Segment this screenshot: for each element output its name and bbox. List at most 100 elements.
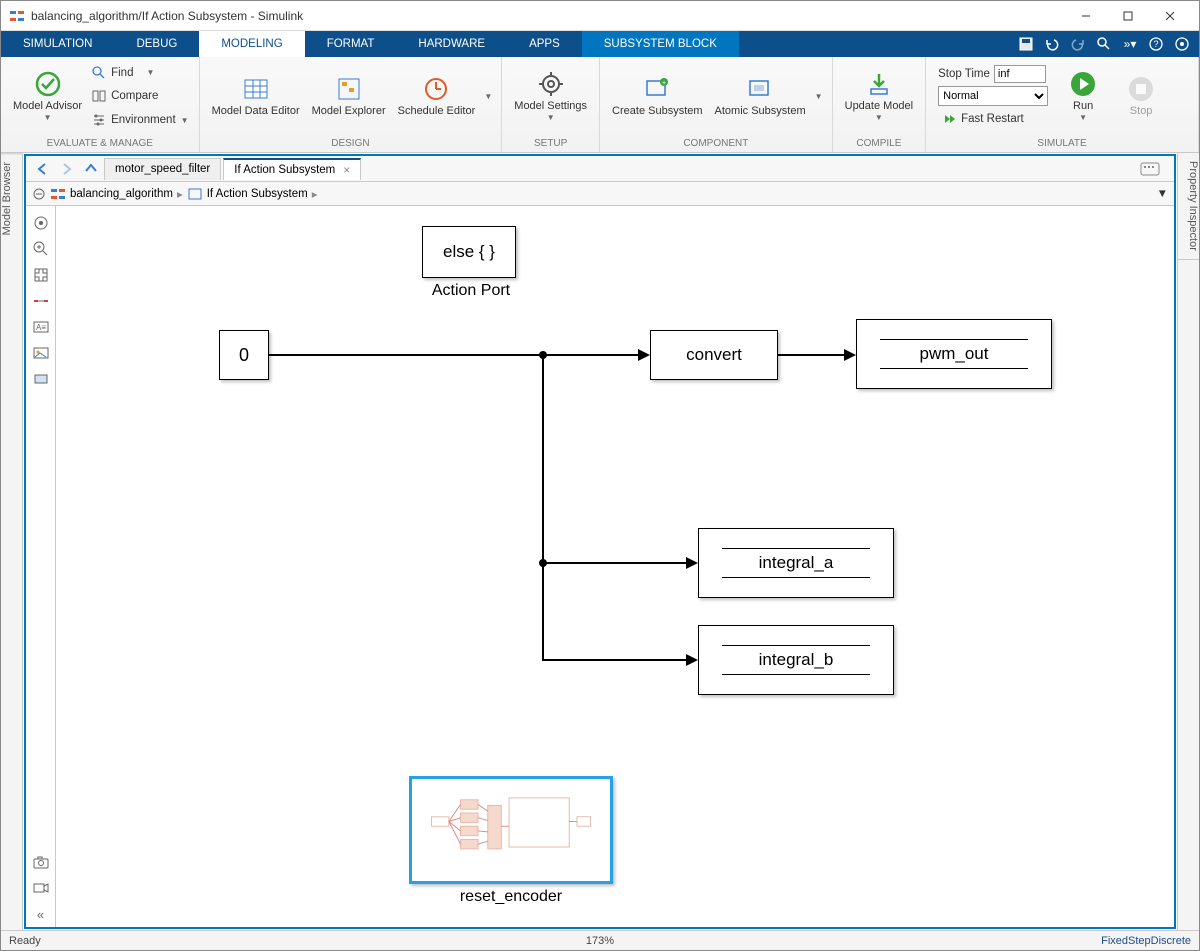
zoom-in-icon[interactable] [27, 236, 55, 262]
stop-time-input[interactable] [994, 65, 1046, 83]
block-reset-encoder[interactable] [409, 776, 613, 884]
fit-view-icon[interactable] [27, 262, 55, 288]
expand-icon[interactable]: »▾ [1121, 35, 1139, 53]
fast-restart-label: Fast Restart [961, 113, 1024, 125]
undo-icon[interactable] [1043, 35, 1061, 53]
save-icon[interactable] [1017, 35, 1035, 53]
block-text: convert [686, 345, 742, 365]
stop-time-label: Stop Time [938, 68, 990, 80]
block-pwm-out[interactable]: pwm_out [856, 319, 1052, 389]
block-label-reset-encoder: reset_encoder [409, 888, 613, 906]
stop-icon [1127, 75, 1155, 103]
status-solver[interactable]: FixedStepDiscrete [1101, 935, 1191, 947]
group-label: DESIGN [200, 136, 502, 152]
maximize-button[interactable] [1107, 2, 1149, 30]
image-icon[interactable] [27, 340, 55, 366]
title-bar: balancing_algorithm/If Action Subsystem … [1, 1, 1199, 31]
tab-hardware[interactable]: HARDWARE [396, 31, 507, 57]
block-integral-b[interactable]: integral_b [698, 625, 894, 695]
close-tab-icon[interactable]: × [343, 163, 350, 177]
group-label: COMPONENT [600, 136, 832, 152]
run-button[interactable]: Run ▼ [1054, 61, 1112, 132]
block-label-action-port: Action Port [396, 282, 546, 300]
block-convert[interactable]: convert [650, 330, 778, 380]
find-label: Find [111, 67, 133, 79]
block-action-port[interactable]: else { } [422, 226, 516, 278]
record-icon[interactable] [27, 875, 55, 901]
compare-icon [92, 89, 106, 103]
hide-browser-icon[interactable] [32, 187, 46, 201]
block-text: else { } [443, 242, 495, 262]
redo-icon[interactable] [1069, 35, 1087, 53]
simulink-app-icon [9, 8, 25, 24]
environment-button[interactable]: Environment ▼ [88, 109, 192, 131]
fast-restart-icon [942, 112, 956, 126]
clock-icon [422, 75, 450, 103]
doc-tab-if-action-subsystem[interactable]: If Action Subsystem × [223, 158, 361, 180]
atomic-subsystem-label: Atomic Subsystem [715, 105, 806, 118]
simulation-mode-select[interactable]: Normal [938, 86, 1048, 106]
model-canvas[interactable]: else { } Action Port 0 convert pwm_out [56, 206, 1174, 927]
model-browser-panel-tab[interactable]: Model Browser [1, 153, 22, 243]
area-icon[interactable] [27, 366, 55, 392]
breadcrumb-menu-icon[interactable]: ▼ [1157, 188, 1168, 200]
block-integral-a[interactable]: integral_a [698, 528, 894, 598]
status-zoom[interactable]: 173% [586, 935, 614, 947]
nav-up-button[interactable] [80, 158, 102, 180]
model-data-editor-button[interactable]: Model Data Editor [206, 61, 306, 132]
find-button[interactable]: Find ▼ [88, 62, 192, 84]
group-setup: Model Settings ▼ SETUP [502, 57, 600, 152]
nav-back-button[interactable] [32, 158, 54, 180]
model-settings-button[interactable]: Model Settings ▼ [508, 61, 593, 132]
canvas-container: motor_speed_filter If Action Subsystem ×… [24, 154, 1176, 929]
stop-button[interactable]: Stop [1112, 61, 1170, 132]
close-button[interactable] [1149, 2, 1191, 30]
main-area: Model Browser motor_speed_filter If Acti… [1, 153, 1199, 930]
tab-simulation[interactable]: SIMULATION [1, 31, 114, 57]
breadcrumb-bar: balancing_algorithm ▸ If Action Subsyste… [26, 182, 1174, 206]
fast-restart-button[interactable]: Fast Restart [938, 108, 1048, 130]
download-icon [865, 70, 893, 98]
tab-subsystem-block[interactable]: SUBSYSTEM BLOCK [582, 31, 739, 57]
annotation-icon[interactable]: A≡ [27, 314, 55, 340]
group-label: SIMULATE [926, 136, 1198, 152]
play-icon [1069, 70, 1097, 98]
tab-modeling[interactable]: MODELING [199, 31, 304, 57]
schedule-editor-button[interactable]: Schedule Editor [392, 61, 482, 132]
svg-text:+: + [662, 80, 666, 87]
model-advisor-button[interactable]: Model Advisor ▼ [7, 61, 88, 132]
update-model-button[interactable]: Update Model ▼ [839, 61, 920, 132]
search-icon[interactable] [1095, 35, 1113, 53]
doc-tab-motor-speed-filter[interactable]: motor_speed_filter [104, 158, 221, 180]
chevron-down-icon: ▼ [815, 92, 823, 101]
subsystem-icon [187, 186, 203, 202]
snapshot-icon[interactable] [27, 849, 55, 875]
component-dropdown[interactable]: ▼ [812, 61, 826, 132]
keyboard-icon[interactable] [1132, 162, 1168, 176]
help-icon[interactable]: ? [1147, 35, 1165, 53]
block-constant[interactable]: 0 [219, 330, 269, 380]
doc-tab-label: motor_speed_filter [115, 163, 210, 175]
design-dropdown[interactable]: ▼ [481, 61, 495, 132]
collapse-icon[interactable]: « [27, 901, 55, 927]
atomic-subsystem-button[interactable]: Atomic Subsystem [709, 61, 812, 132]
create-subsystem-button[interactable]: + Create Subsystem [606, 61, 708, 132]
breadcrumb-child[interactable]: If Action Subsystem [207, 188, 308, 200]
tab-format[interactable]: FORMAT [305, 31, 397, 57]
environment-label: Environment [111, 114, 176, 126]
nav-forward-button[interactable] [56, 158, 78, 180]
tab-debug[interactable]: DEBUG [114, 31, 199, 57]
minimize-button[interactable] [1065, 2, 1107, 30]
compare-button[interactable]: Compare [88, 85, 192, 107]
breadcrumb-root[interactable]: balancing_algorithm [70, 188, 173, 200]
tab-apps[interactable]: APPS [507, 31, 582, 57]
block-text: integral_b [759, 650, 834, 670]
arrowhead-icon [686, 557, 698, 569]
toggle-sample-time-icon[interactable] [27, 288, 55, 314]
arrowhead-icon [638, 349, 650, 361]
target-icon[interactable] [1173, 35, 1191, 53]
property-inspector-panel-tab[interactable]: Property Inspector [1178, 153, 1199, 260]
group-design: Model Data Editor Model Explorer Schedul… [200, 57, 503, 152]
show-all-icon[interactable] [27, 210, 55, 236]
model-explorer-button[interactable]: Model Explorer [306, 61, 392, 132]
